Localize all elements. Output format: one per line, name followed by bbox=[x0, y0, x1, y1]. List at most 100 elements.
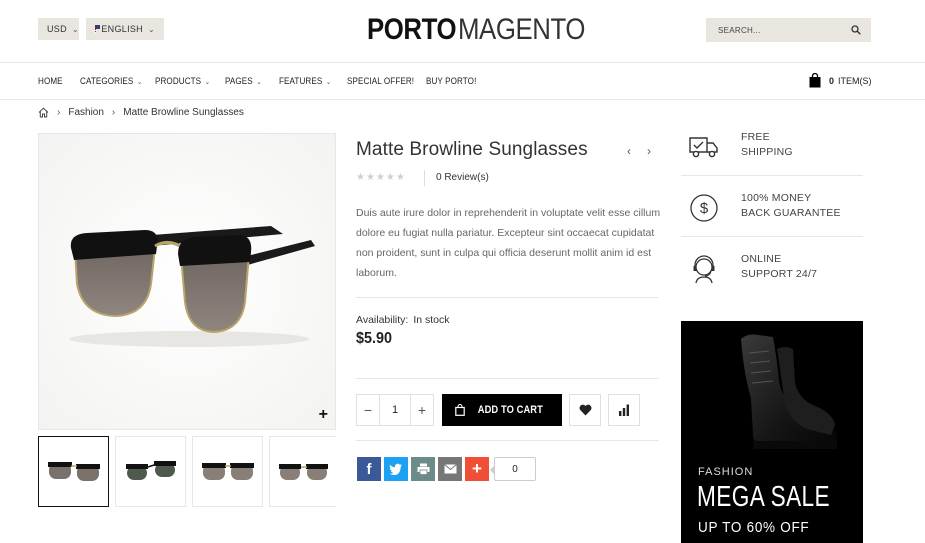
facebook-icon: f bbox=[366, 460, 372, 478]
breadcrumb-current: Matte Browline Sunglasses bbox=[123, 107, 244, 118]
feature-line: SHIPPING bbox=[741, 146, 793, 158]
chevron-down-icon: ⌄ bbox=[204, 79, 211, 86]
nav-label: CATEGORIES bbox=[80, 76, 134, 86]
cart-count: 0 bbox=[829, 75, 835, 86]
thumbnail-4[interactable] bbox=[269, 436, 336, 507]
thumbnail-image bbox=[47, 461, 100, 481]
email-icon bbox=[443, 464, 457, 474]
print-button[interactable] bbox=[411, 457, 435, 481]
decrease-qty-button[interactable]: − bbox=[357, 402, 379, 418]
chevron-down-icon: ⌄ bbox=[137, 79, 143, 86]
thumbnail-1[interactable] bbox=[38, 436, 109, 507]
thumbnail-image bbox=[279, 463, 328, 480]
search-box bbox=[706, 18, 871, 42]
site-logo[interactable]: PORTO MAGENTO bbox=[367, 12, 585, 48]
previous-product-icon[interactable]: ‹ bbox=[627, 144, 631, 158]
compare-button[interactable] bbox=[608, 394, 640, 426]
facebook-share-button[interactable]: f bbox=[357, 457, 381, 481]
search-input[interactable] bbox=[718, 25, 838, 35]
wishlist-button[interactable] bbox=[569, 394, 601, 426]
currency-switcher[interactable]: USD ⌄ bbox=[38, 18, 79, 40]
feature-online-support: ONLINE SUPPORT 24/7 bbox=[681, 252, 863, 298]
product-main-image[interactable]: + bbox=[38, 133, 336, 430]
nav-label: FEATURES bbox=[279, 76, 323, 86]
feature-text: FREE SHIPPING bbox=[741, 130, 793, 160]
bar-chart-icon bbox=[619, 404, 629, 416]
feature-line: BACK GUARANTEE bbox=[741, 207, 841, 219]
add-to-cart-button[interactable]: ADD TO CART bbox=[442, 394, 562, 426]
twitter-share-button[interactable] bbox=[384, 457, 408, 481]
thumbnail-image bbox=[125, 460, 176, 480]
logo-bold-text: PORTO bbox=[367, 13, 457, 46]
shopping-bag-icon bbox=[809, 73, 821, 88]
share-count: 0 bbox=[490, 457, 536, 481]
home-icon[interactable] bbox=[38, 107, 49, 118]
main-nav: HOME CATEGORIES ⌄ PRODUCTS ⌄ PAGES ⌄ FEATUR… bbox=[0, 64, 925, 100]
banner-offer: UP TO 60% OFF bbox=[698, 519, 810, 536]
feature-text: ONLINE SUPPORT 24/7 bbox=[741, 252, 817, 282]
nav-item-categories[interactable]: CATEGORIES ⌄ bbox=[80, 76, 142, 86]
feature-line: ONLINE bbox=[741, 253, 782, 265]
increase-qty-button[interactable]: + bbox=[411, 402, 433, 418]
rating-divider bbox=[424, 170, 425, 186]
rating-stars: ★★★★★ bbox=[356, 172, 406, 183]
nav-label: HOME bbox=[38, 76, 63, 86]
chevron-down-icon: ⌄ bbox=[256, 79, 262, 86]
more-share-button[interactable]: + bbox=[465, 457, 489, 481]
add-to-cart-label: ADD TO CART bbox=[477, 404, 544, 416]
divider bbox=[356, 297, 659, 298]
reviews-link[interactable]: 0 Review(s) bbox=[436, 172, 489, 183]
us-flag-icon bbox=[95, 25, 102, 33]
feature-line: FREE bbox=[741, 131, 770, 143]
nav-label: PRODUCTS bbox=[155, 76, 202, 86]
feature-text: 100% MONEY BACK GUARANTEE bbox=[741, 191, 841, 221]
sunglasses-image bbox=[39, 134, 335, 429]
heart-icon bbox=[579, 404, 591, 416]
mega-sale-banner[interactable]: FASHION MEGA SALE UP TO 60% OFF bbox=[681, 321, 863, 543]
truck-icon bbox=[687, 130, 721, 164]
thumbnail-3[interactable] bbox=[192, 436, 263, 507]
availability-value: In stock bbox=[413, 314, 450, 326]
next-product-icon[interactable]: › bbox=[647, 144, 651, 158]
svg-text:$: $ bbox=[700, 200, 709, 217]
thumbnail-image bbox=[201, 462, 254, 480]
search-icon[interactable] bbox=[851, 25, 861, 35]
twitter-icon bbox=[389, 463, 402, 475]
nav-label: BUY PORTO! bbox=[426, 76, 477, 86]
quantity-input[interactable] bbox=[379, 395, 411, 425]
email-share-button[interactable] bbox=[438, 457, 462, 481]
cart-label: ITEM(S) bbox=[838, 75, 872, 86]
nav-item-buy-porto[interactable]: BUY PORTO! bbox=[426, 76, 476, 86]
nav-item-special-offer[interactable]: SPECIAL OFFER! bbox=[347, 76, 414, 86]
breadcrumb-separator: › bbox=[57, 107, 61, 118]
dollar-circle-icon: $ bbox=[687, 191, 721, 225]
feature-free-shipping: FREE SHIPPING bbox=[681, 130, 863, 176]
availability: Availability: In stock bbox=[356, 314, 450, 326]
feature-line: 100% MONEY bbox=[741, 192, 812, 204]
availability-label: Availability: bbox=[356, 314, 409, 326]
boots-image bbox=[741, 334, 838, 449]
zoom-icon[interactable]: + bbox=[319, 406, 328, 424]
breadcrumb-separator: › bbox=[111, 107, 116, 118]
divider bbox=[356, 378, 659, 379]
breadcrumb-fashion[interactable]: Fashion bbox=[68, 107, 104, 118]
chevron-down-icon: ⌄ bbox=[325, 79, 332, 86]
nav-item-pages[interactable]: PAGES ⌄ bbox=[225, 76, 262, 86]
banner-title: MEGA SALE bbox=[697, 481, 831, 513]
feature-money-back: $ 100% MONEY BACK GUARANTEE bbox=[681, 191, 863, 237]
divider bbox=[356, 440, 659, 441]
quantity-stepper: − + bbox=[356, 394, 434, 426]
chevron-down-icon: ⌄ bbox=[71, 24, 79, 34]
language-switcher[interactable]: ENGLISH ⌄ bbox=[86, 18, 164, 40]
nav-label: SPECIAL OFFER! bbox=[347, 76, 415, 86]
nav-item-products[interactable]: PRODUCTS ⌄ bbox=[155, 76, 210, 86]
mini-cart[interactable]: 0 ITEM(S) bbox=[809, 73, 872, 88]
language-label: ENGLISH bbox=[101, 24, 143, 34]
product-title: Matte Browline Sunglasses bbox=[356, 139, 588, 160]
top-header: USD ⌄ ENGLISH ⌄ PORTO MAGENTO bbox=[0, 0, 925, 63]
thumbnail-2[interactable] bbox=[115, 436, 186, 507]
nav-item-home[interactable]: HOME bbox=[38, 76, 63, 86]
nav-item-features[interactable]: FEATURES ⌄ bbox=[279, 76, 331, 86]
breadcrumb: › Fashion › Matte Browline Sunglasses bbox=[38, 107, 244, 118]
currency-label: USD bbox=[47, 24, 67, 34]
